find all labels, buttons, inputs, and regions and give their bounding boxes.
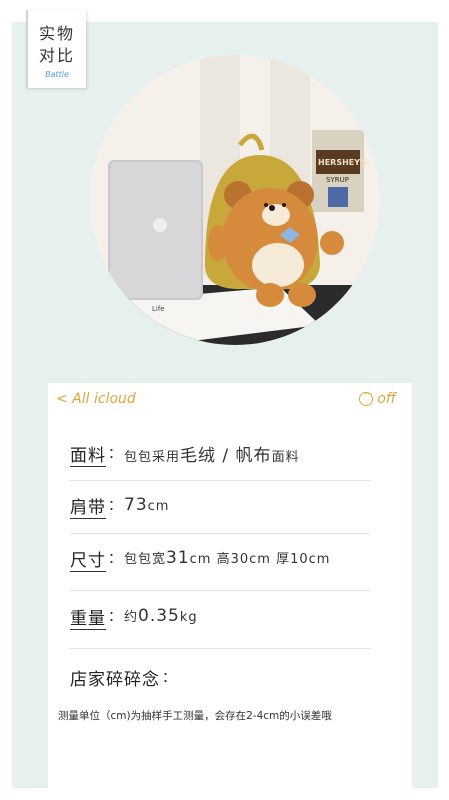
svg-text:HERSHEY'S: HERSHEY'S (318, 158, 368, 167)
divider (70, 480, 370, 481)
spec-card: < All icloud off 面料 ： 包包采用毛绒 / 帆布面料 肩带 ：… (48, 383, 412, 788)
status-toggle-label: off (377, 391, 396, 407)
spec-label: 肩带 (70, 497, 106, 519)
divider (70, 648, 370, 649)
comparison-tag: 实物 对比 Battle (26, 10, 86, 88)
spec-row-size: 尺寸 ： 包包宽31cm 高30cm 厚10cm (70, 538, 370, 578)
tag-english: Battle (45, 70, 69, 79)
spec-label: 尺寸 (70, 550, 106, 572)
tag-line-2: 对比 (38, 46, 75, 65)
spec-row-shop-notes: 店家碎碎念 ： (70, 657, 370, 697)
spec-row-material: 面料 ： 包包采用毛绒 / 帆布面料 (70, 433, 370, 473)
smiley-icon (359, 386, 374, 406)
product-photo: Life HERSHEY'S SYRUP (90, 55, 380, 345)
spec-label: 重量 (70, 608, 106, 630)
divider (70, 533, 370, 534)
measurement-note: 测量单位（cm)为抽样手工测量，会存在2-4cm的小误差哦 (58, 710, 332, 722)
back-link[interactable]: < All icloud (56, 391, 136, 407)
spec-row-strap: 肩带 ： 73cm (70, 485, 370, 525)
spec-label: 店家碎碎念 (70, 669, 160, 690)
status-toggle[interactable]: off (359, 386, 396, 407)
apple-logo-icon (153, 218, 167, 232)
spec-row-weight: 重量 ： 约0.35kg (70, 596, 370, 636)
laptop-label: Life (152, 305, 165, 313)
tag-line-1: 实物 (38, 24, 75, 43)
backpack-photo-illustration: Life HERSHEY'S SYRUP (90, 55, 380, 345)
svg-text:SYRUP: SYRUP (326, 176, 349, 184)
spec-label: 面料 (70, 445, 106, 467)
divider (70, 590, 370, 591)
